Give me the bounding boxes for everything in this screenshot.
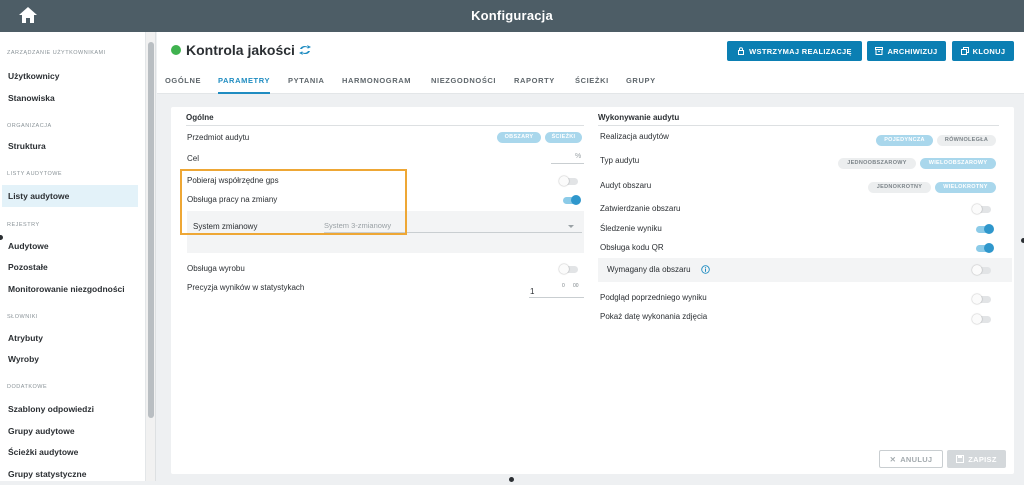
general-section-title: Ogólne <box>186 113 214 122</box>
section-divider <box>186 125 584 126</box>
tab-general[interactable]: OGÓLNE <box>165 72 201 94</box>
page-header: Kontrola jakości WSTRZYMAJ REALIZACJĘ AR… <box>157 32 1024 94</box>
tab-nonconformities[interactable]: NIEZGODNOŚCI <box>431 72 496 94</box>
close-icon: ✕ <box>889 454 897 464</box>
page-title: Kontrola jakości <box>186 42 295 58</box>
type-multi-area-pill[interactable]: WIELOOBSZAROWY <box>920 158 996 169</box>
sidebar-item-nonconformity-monitoring[interactable]: Monitorowanie niezgodności <box>2 278 138 300</box>
sidebar-item-users[interactable]: Użytkownicy <box>2 65 138 87</box>
precision-stepper-down[interactable]: 00 <box>573 283 579 289</box>
area-audit-once-pill[interactable]: JEDNOKROTNY <box>868 182 931 193</box>
realization-single-pill[interactable]: POJEDYNCZA <box>876 135 933 146</box>
precision-input[interactable]: 1 <box>530 287 534 296</box>
save-button[interactable]: ZAPISZ <box>947 450 1006 468</box>
goal-unit: % <box>575 153 582 160</box>
sidebar-item-audit-groups[interactable]: Grupy audytowe <box>2 420 138 442</box>
tab-paths[interactable]: ŚCIEŻKI <box>575 72 609 94</box>
tab-parameters[interactable]: PARAMETRY <box>218 72 271 94</box>
status-indicator <box>171 45 181 55</box>
gps-toggle[interactable] <box>559 176 579 186</box>
highlight-frame <box>180 169 407 235</box>
sidebar-item-audit-paths[interactable]: Ścieżki audytowe <box>2 441 138 463</box>
sidebar-item-other-registers[interactable]: Pozostałe <box>2 256 138 278</box>
audit-type-label: Typ audytu <box>600 156 640 165</box>
chevron-down-icon[interactable] <box>568 225 574 228</box>
sidebar-item-structure[interactable]: Struktura <box>2 135 138 157</box>
sidebar-item-answer-templates[interactable]: Szablony odpowiedzi <box>2 398 138 420</box>
clone-button[interactable]: KLONUJ <box>952 41 1014 61</box>
area-audit-multiple-pill[interactable]: WIELOKROTNY <box>935 182 996 193</box>
product-toggle[interactable] <box>559 264 579 274</box>
sidebar-group-title: ORGANIZACJA <box>7 123 52 129</box>
sidebar-group-title: SŁOWNIKI <box>7 314 38 320</box>
precision-stepper-up[interactable]: 0 <box>562 283 565 289</box>
tab-reports[interactable]: RAPORTY <box>514 72 555 94</box>
cancel-label: ANULUJ <box>900 454 933 464</box>
clone-label: KLONUJ <box>972 46 1006 56</box>
sidebar: ZARZĄDZANIE UŻYTKOWNIKAMI Użytkownicy St… <box>0 32 146 481</box>
resize-handle <box>509 477 514 482</box>
lock-icon <box>738 47 745 55</box>
result-tracking-label: Śledzenie wyniku <box>600 224 662 233</box>
precision-underline <box>529 297 584 298</box>
goal-label: Cel <box>187 154 200 163</box>
sidebar-group-title: REJESTRY <box>7 222 40 228</box>
tab-groups[interactable]: GRUPY <box>626 72 656 94</box>
info-icon[interactable] <box>701 265 710 274</box>
archive-label: ARCHIWIZUJ <box>887 46 938 56</box>
sidebar-group-title: LISTY AUDYTOWE <box>7 171 63 177</box>
top-bar: Konfiguracja <box>0 0 1024 32</box>
save-icon <box>956 455 965 463</box>
previous-result-label: Podgląd poprzedniego wyniku <box>600 293 707 302</box>
section-divider <box>598 125 999 126</box>
tab-questions[interactable]: PYTANIA <box>288 72 325 94</box>
subject-areas-pill[interactable]: OBSZARY <box>497 132 541 143</box>
execution-section-title: Wykonywanie audytu <box>598 113 680 122</box>
area-audit-label: Audyt obszaru <box>600 181 652 190</box>
sidebar-item-attributes[interactable]: Atrybuty <box>2 327 138 349</box>
precision-label: Precyzja wyników w statystykach <box>187 283 305 292</box>
sidebar-scrollbar-thumb[interactable] <box>148 42 154 418</box>
shift-work-toggle[interactable] <box>561 195 581 205</box>
sidebar-item-audit-registers[interactable]: Audytowe <box>2 235 138 257</box>
area-approval-label: Zatwierdzanie obszaru <box>600 204 681 213</box>
copy-icon <box>960 47 969 55</box>
photo-date-toggle[interactable] <box>972 314 992 324</box>
sidebar-item-products[interactable]: Wyroby <box>2 348 138 370</box>
sidebar-item-positions[interactable]: Stanowiska <box>2 87 138 109</box>
cancel-button[interactable]: ✕ ANULUJ <box>879 450 943 468</box>
tab-schedule[interactable]: HARMONOGRAM <box>342 72 411 94</box>
suspend-realization-label: WSTRZYMAJ REALIZACJĘ <box>749 46 852 56</box>
qr-code-toggle[interactable] <box>974 243 994 253</box>
goal-input[interactable] <box>551 163 584 164</box>
archive-button[interactable]: ARCHIWIZUJ <box>867 41 946 61</box>
area-approval-toggle[interactable] <box>972 204 992 214</box>
realization-label: Realizacja audytów <box>600 132 669 141</box>
qr-code-label: Obsługa kodu QR <box>600 243 664 252</box>
result-tracking-toggle[interactable] <box>974 224 994 234</box>
type-single-area-pill[interactable]: JEDNOOBSZAROWY <box>838 158 916 169</box>
product-label: Obsługa wyrobu <box>187 264 245 273</box>
realization-parallel-pill[interactable]: RÓWNOLEGŁA <box>937 135 996 146</box>
archive-icon <box>875 47 884 55</box>
swap-arrows-icon[interactable] <box>298 44 312 56</box>
photo-date-label: Pokaż datę wykonania zdjęcia <box>600 312 708 321</box>
sidebar-group-title: DODATKOWE <box>7 384 48 390</box>
suspend-realization-button[interactable]: WSTRZYMAJ REALIZACJĘ <box>727 41 862 61</box>
sidebar-item-audit-lists[interactable]: Listy audytowe <box>2 185 138 207</box>
save-label: ZAPISZ <box>968 454 997 464</box>
qr-required-toggle[interactable] <box>972 265 992 275</box>
audit-subject-label: Przedmiot audytu <box>187 133 250 142</box>
sidebar-item-statistical-groups[interactable]: Grupy statystyczne <box>2 463 138 485</box>
previous-result-toggle[interactable] <box>972 294 992 304</box>
qr-required-label: Wymagany dla obszaru <box>607 265 691 274</box>
subject-paths-pill[interactable]: ŚCIEŻKI <box>545 132 582 143</box>
sidebar-group-title: ZARZĄDZANIE UŻYTKOWNIKAMI <box>7 50 106 56</box>
app-title: Konfiguracja <box>471 8 553 23</box>
